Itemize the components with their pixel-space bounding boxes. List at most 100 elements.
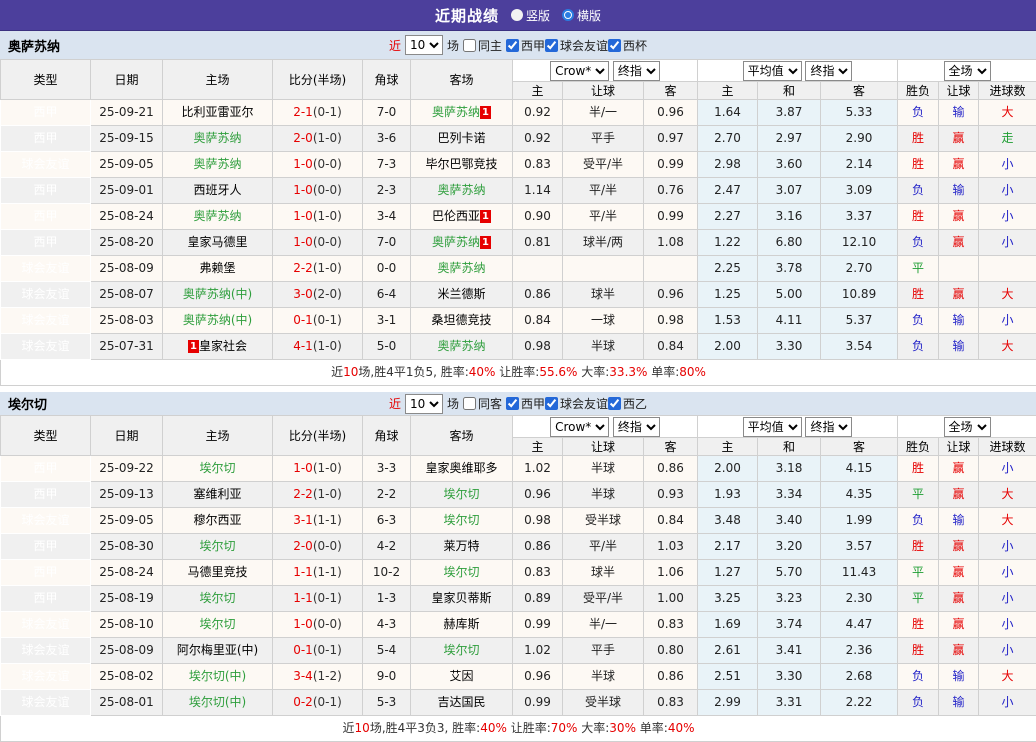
league-filter[interactable]: 西甲: [506, 37, 545, 54]
league-checkbox[interactable]: [608, 39, 621, 52]
team-name[interactable]: 皇家贝蒂斯: [431, 591, 491, 605]
summary-segment: 30%: [609, 721, 636, 735]
team-name[interactable]: 奥萨苏纳: [437, 339, 485, 353]
team-name[interactable]: 比利亚雷亚尔: [181, 105, 253, 119]
full-match-select[interactable]: 全场: [944, 61, 991, 81]
team-name[interactable]: 奥萨苏纳(中): [183, 287, 252, 301]
corner-cell: 1-3: [363, 586, 411, 612]
match-count-select[interactable]: 10: [405, 394, 443, 414]
team-name[interactable]: 穆尔西亚: [193, 513, 241, 527]
team-name[interactable]: 莱万特: [443, 539, 479, 553]
final-odds-select-2[interactable]: 终指: [805, 61, 852, 81]
team-name[interactable]: 奥萨苏纳: [193, 157, 241, 171]
league-filter[interactable]: 西乙: [608, 395, 647, 412]
team-name[interactable]: 埃尔切: [443, 513, 479, 527]
avg-home-odds-cell: 1.22: [698, 230, 758, 256]
match-date-cell: 25-09-01: [91, 178, 163, 204]
bookmaker-select[interactable]: Crow*: [550, 417, 609, 437]
team-name[interactable]: 埃尔切: [443, 565, 479, 579]
final-odds-select[interactable]: 终指: [613, 417, 660, 437]
team-name[interactable]: 巴列卡诺: [437, 131, 485, 145]
match-row: 西甲25-09-15奥萨苏纳2-0(1-0)3-6巴列卡诺0.92平手0.972…: [1, 126, 1036, 152]
final-odds-select[interactable]: 终指: [613, 61, 660, 81]
avg-away-odds-cell: 5.37: [821, 308, 898, 334]
team-name[interactable]: 奥萨苏纳: [432, 105, 480, 119]
team-name[interactable]: 埃尔切(中): [189, 669, 246, 683]
team-name[interactable]: 埃尔切: [199, 591, 235, 605]
halftime-score: (2-0): [313, 287, 342, 301]
team-name[interactable]: 塞维利亚: [193, 487, 241, 501]
team-name[interactable]: 皇家奥维耶多: [425, 461, 497, 475]
team-name[interactable]: 赫库斯: [443, 617, 479, 631]
team-name[interactable]: 阿尔梅里亚(中): [177, 643, 258, 657]
team-name[interactable]: 弗赖堡: [199, 261, 235, 275]
average-select[interactable]: 平均值: [743, 61, 802, 81]
match-date-cell: 25-08-01: [91, 690, 163, 716]
team-name[interactable]: 吉达国民: [437, 695, 485, 709]
home-team-cell: 奥萨苏纳: [163, 152, 273, 178]
league-checkbox[interactable]: [506, 397, 519, 410]
team-name[interactable]: 巴伦西亚: [432, 209, 480, 223]
league-checkbox[interactable]: [506, 39, 519, 52]
crow-home-odds-cell: 0.90: [513, 204, 563, 230]
team-name[interactable]: 埃尔切: [199, 461, 235, 475]
subcol-avg-away-header: 客: [821, 82, 898, 100]
team-name[interactable]: 奥萨苏纳: [193, 209, 241, 223]
away-team-cell: 桑坦德竞技: [411, 308, 513, 334]
same-venue-filter[interactable]: 同主: [463, 37, 502, 54]
team-name[interactable]: 奥萨苏纳: [432, 235, 480, 249]
crow-home-odds-cell: 0.98: [513, 508, 563, 534]
halftime-score: (0-1): [313, 643, 342, 657]
winloss-result-cell: 平: [898, 482, 939, 508]
team-name[interactable]: 奥萨苏纳: [437, 261, 485, 275]
league-filter[interactable]: 球会友谊: [545, 395, 608, 412]
league-checkbox[interactable]: [608, 397, 621, 410]
team-name[interactable]: 毕尔巴鄂竞技: [425, 157, 497, 171]
avg-home-odds-cell: 2.51: [698, 664, 758, 690]
match-count-select[interactable]: 10: [405, 35, 443, 55]
crow-away-odds-cell: 0.96: [644, 282, 698, 308]
final-odds-select-2[interactable]: 终指: [805, 417, 852, 437]
layout-horizontal-radio[interactable]: 横版: [562, 7, 601, 24]
team-name[interactable]: 米兰德斯: [437, 287, 485, 301]
home-team-cell: 塞维利亚: [163, 482, 273, 508]
team-name[interactable]: 奥萨苏纳: [193, 131, 241, 145]
goals-result-cell: 小: [979, 690, 1036, 716]
crow-handicap-cell: 一球: [563, 308, 644, 334]
winloss-result-cell: 平: [898, 560, 939, 586]
corner-cell: 3-1: [363, 308, 411, 334]
handicap-result-cell: 输: [939, 334, 979, 360]
team-name[interactable]: 桑坦德竞技: [431, 313, 491, 327]
team-name[interactable]: 皇家社会: [199, 339, 247, 353]
team-name[interactable]: 埃尔切: [199, 539, 235, 553]
team-name[interactable]: 埃尔切(中): [189, 695, 246, 709]
full-match-select[interactable]: 全场: [944, 417, 991, 437]
team-name[interactable]: 艾因: [449, 669, 473, 683]
crow-handicap-cell: 球半/两: [563, 230, 644, 256]
team-name[interactable]: 马德里竞技: [187, 565, 247, 579]
layout-vertical-radio[interactable]: 竖版: [511, 7, 550, 24]
page-title: 近期战绩: [435, 5, 499, 26]
team-name[interactable]: 埃尔切: [443, 487, 479, 501]
same-venue-checkbox[interactable]: [463, 397, 476, 410]
team-name[interactable]: 埃尔切: [443, 643, 479, 657]
league-label: 西甲: [521, 37, 545, 54]
league-filter[interactable]: 西甲: [506, 395, 545, 412]
bookmaker-select[interactable]: Crow*: [550, 61, 609, 81]
team-name[interactable]: 奥萨苏纳(中): [183, 313, 252, 327]
league-checkbox[interactable]: [545, 39, 558, 52]
fulltime-score: 2-0: [293, 539, 313, 553]
same-venue-checkbox[interactable]: [463, 39, 476, 52]
team-name[interactable]: 西班牙人: [193, 183, 241, 197]
same-venue-filter[interactable]: 同客: [463, 395, 502, 412]
match-row: 西甲25-09-13塞维利亚2-2(1-0)2-2埃尔切0.96半球0.931.…: [1, 482, 1036, 508]
average-select[interactable]: 平均值: [743, 417, 802, 437]
league-checkbox[interactable]: [545, 397, 558, 410]
team-name[interactable]: 埃尔切: [199, 617, 235, 631]
team-name[interactable]: 奥萨苏纳: [437, 183, 485, 197]
goals-result-cell: 小: [979, 638, 1036, 664]
match-row: 西甲25-09-01西班牙人1-0(0-0)2-3奥萨苏纳1.14平/半0.76…: [1, 178, 1036, 204]
league-filter[interactable]: 球会友谊: [545, 37, 608, 54]
league-filter[interactable]: 西杯: [608, 37, 647, 54]
team-name[interactable]: 皇家马德里: [187, 235, 247, 249]
